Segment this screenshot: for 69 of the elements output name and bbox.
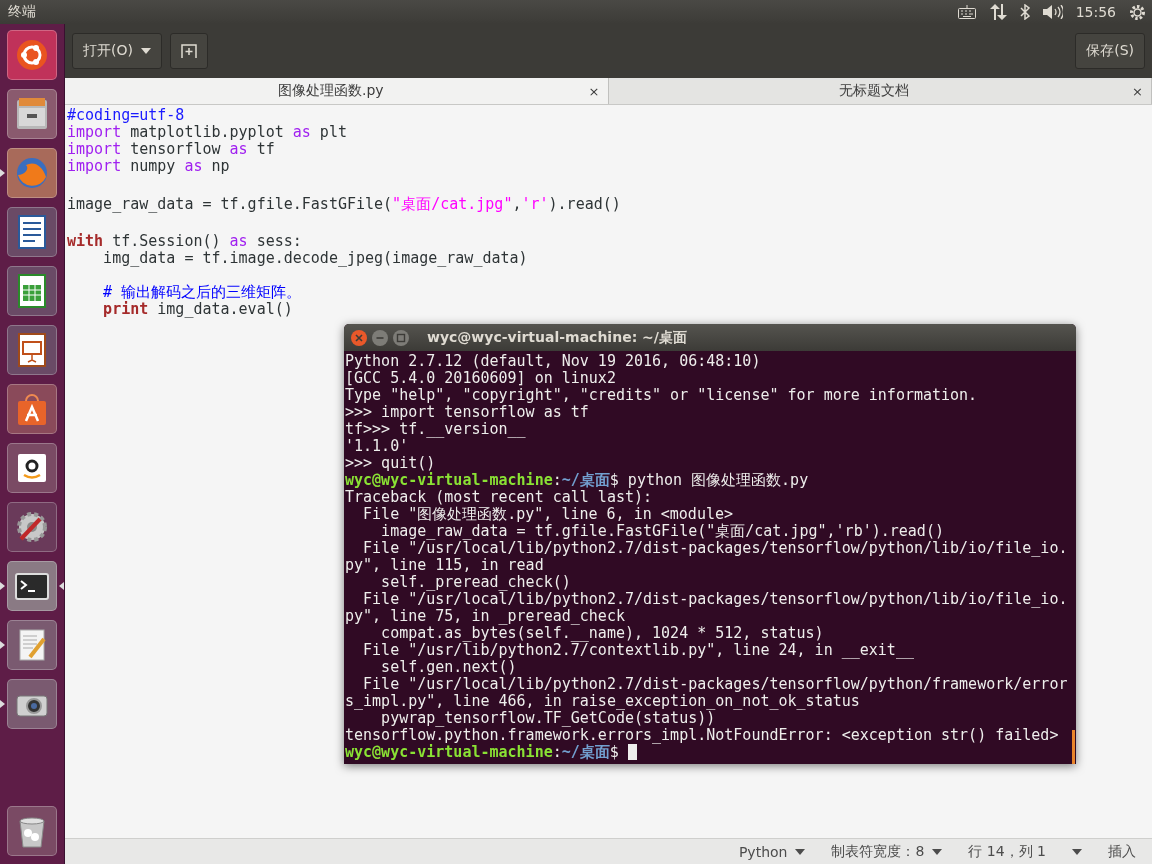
code-line: #coding=utf-8 <box>67 107 185 124</box>
keyboard-icon[interactable] <box>957 5 976 19</box>
terminal-line: File "/usr/local/lib/python2.7/dist-packages/tensorflow/python/lib/io/file_io. <box>362 591 1068 608</box>
volume-icon[interactable] <box>1042 5 1063 19</box>
tab[interactable]: 图像处理函数.py × <box>65 78 609 104</box>
terminal-line: >>> quit() <box>345 455 436 472</box>
launcher-button[interactable] <box>7 266 57 316</box>
new-tab-icon <box>180 44 197 58</box>
launcher-button[interactable] <box>7 561 57 611</box>
caret-icon <box>795 848 806 855</box>
terminal-line: File "/usr/local/lib/python2.7/dist-packages/tensorflow/python/lib/io/file_io. <box>362 540 1068 557</box>
language-selector[interactable]: Python <box>730 843 814 860</box>
code-line: import matplotlib.pyplot as plt <box>67 124 347 141</box>
window-title: 终端 <box>8 3 37 21</box>
terminal-line: s_impl.py", line 466, in raise_exception_on_not_ok_status <box>345 693 860 710</box>
launcher-button[interactable] <box>7 384 57 434</box>
terminal-line: Traceback (most recent call last): <box>345 489 653 506</box>
launcher-button[interactable] <box>7 443 57 493</box>
code-line: import numpy as np <box>67 158 230 175</box>
terminal-line: wyc@wyc-virtual-machine:~/桌面$ python 图像处理函数.py <box>345 472 809 489</box>
terminal-line: tensorflow.python.framework.errors_impl.NotFoundError: <exception str() failed> <box>345 727 1059 744</box>
clock[interactable]: 15:56 <box>1075 4 1116 20</box>
terminal-line: wyc@wyc-virtual-machine:~/桌面$ <box>345 744 637 761</box>
terminal-line: self._preread_check() <box>380 574 571 591</box>
terminal-title: wyc@wyc-virtual-machine: ~/桌面 <box>427 328 687 347</box>
launcher-button[interactable] <box>7 207 57 257</box>
terminal-line: >>> import tensorflow as tf <box>345 404 589 421</box>
terminal-line: compat.as_bytes(self.__name), 1024 * 512, status) <box>380 625 824 642</box>
open-button[interactable]: 打开(O) <box>72 33 162 69</box>
code-line: import tensorflow as tf <box>67 141 275 158</box>
terminal-line: Python 2.7.12 (default, Nov 19 2016, 06:48:10) <box>345 353 761 370</box>
code-line: # 输出解码之后的三维矩阵。 <box>102 284 302 301</box>
terminal-line: File "图像处理函数.py", line 6, in <module> <box>362 506 733 523</box>
caret-icon <box>1072 848 1082 855</box>
close-button[interactable]: × <box>1132 83 1143 99</box>
caret-icon <box>932 848 943 855</box>
new-tab-button[interactable] <box>169 33 208 69</box>
terminal-line: Type "help", "copyright", "credits" or "license" for more information. <box>345 387 978 404</box>
terminal-line: pywrap_tensorflow.TF_GetCode(status)) <box>381 710 716 727</box>
gear-icon[interactable] <box>1129 3 1146 21</box>
code-line: with tf.Session() as sess: <box>67 233 302 250</box>
bluetooth-icon[interactable] <box>1019 4 1030 20</box>
tab-width-selector[interactable]: 制表符宽度：8 <box>823 842 951 861</box>
launcher-button[interactable] <box>7 325 57 375</box>
terminal-line: py", line 115, in read <box>345 557 544 574</box>
code-line: image_raw_data = tf.gfile.FastGFile("桌面/cat.jpg",'r').read() <box>67 194 621 215</box>
terminal-line: py", line 75, in _preread_check <box>345 608 625 625</box>
terminal-line: tf>>> tf.__version__ <box>345 421 526 438</box>
terminal-line: image_raw_data = tf.gfile.FastGFile("桌面/cat.jpg",'rb').read() <box>380 523 944 540</box>
minimize-button[interactable] <box>371 328 389 347</box>
save-button[interactable]: 保存(S) <box>1075 33 1145 69</box>
close-button[interactable] <box>350 328 368 347</box>
scrollbar-thumb[interactable] <box>1072 730 1075 764</box>
close-button[interactable]: × <box>588 83 600 99</box>
tab[interactable]: 无标题文档 × <box>608 78 1152 104</box>
terminal-line: File "/usr/lib/python2.7/contextlib.py", line 24, in __exit__ <box>362 642 914 659</box>
maximize-button[interactable] <box>392 328 410 347</box>
cursor-position: 行 14，列 1 <box>967 842 1047 861</box>
network-arrows-icon[interactable] <box>988 4 1007 20</box>
caret-icon <box>140 48 151 54</box>
code-line: img_data = tf.image.decode_jpeg(image_raw_data) <box>102 250 528 267</box>
terminal-line: File "/usr/local/lib/python2.7/dist-packages/tensorflow/python/framework/error <box>362 676 1068 693</box>
launcher-button[interactable] <box>7 806 57 856</box>
launcher-button[interactable] <box>7 679 57 729</box>
code-line: print img_data.eval() <box>102 301 293 318</box>
insert-mode: 插入 <box>1107 842 1137 861</box>
terminal-line: '1.1.0' <box>345 438 409 455</box>
terminal-line: [GCC 5.4.0 20160609] on linux2 <box>345 370 616 387</box>
terminal-line: self.gen.next() <box>380 659 517 676</box>
